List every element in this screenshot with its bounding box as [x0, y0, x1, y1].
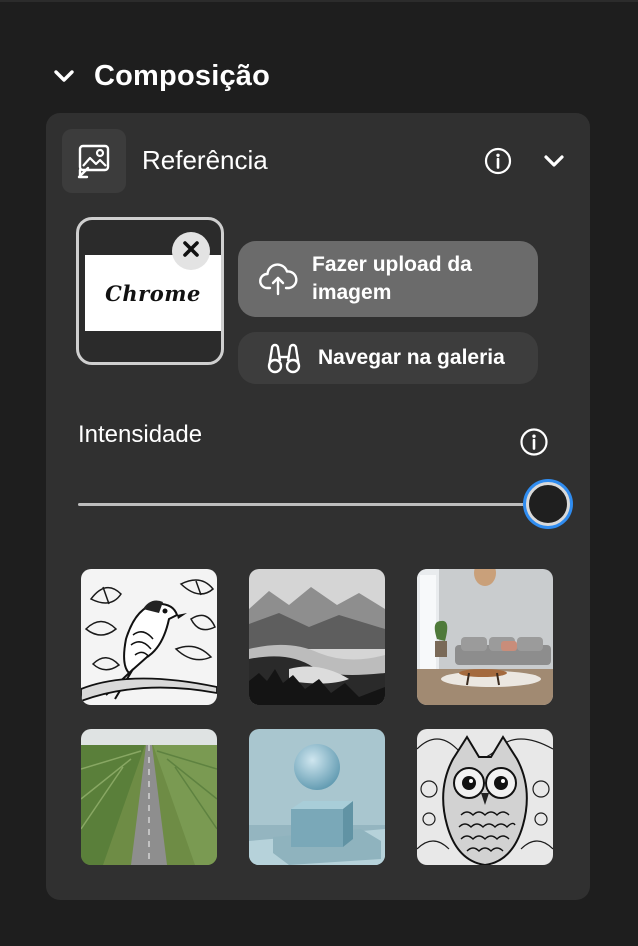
upload-image-button[interactable]: Fazer upload da imagem: [238, 241, 538, 317]
info-icon[interactable]: [519, 427, 549, 457]
section-title: Composição: [94, 59, 271, 92]
preset-sphere-cube[interactable]: [249, 729, 385, 865]
preset-owl-line-art[interactable]: [417, 729, 553, 865]
remove-reference-button[interactable]: [172, 232, 210, 270]
composition-section-header[interactable]: Composição: [52, 56, 270, 96]
chevron-down-icon[interactable]: [542, 149, 566, 173]
reference-header: Referência: [62, 129, 574, 193]
preset-bird-line-art[interactable]: [81, 569, 217, 705]
image-reference-icon: [62, 129, 126, 193]
intensity-label: Intensidade: [78, 421, 203, 448]
intensity-slider-handle[interactable]: [526, 482, 570, 526]
reference-title: Referência: [142, 145, 268, 175]
browse-gallery-button[interactable]: Navegar na galeria: [238, 332, 538, 384]
upload-button-label: Fazer upload da imagem: [312, 253, 472, 304]
top-divider: [0, 0, 638, 2]
reference-panel: Referência Chrome Fazer upload da imagem…: [46, 113, 590, 900]
intensity-slider-track[interactable]: [78, 503, 548, 506]
preset-living-room[interactable]: [417, 569, 553, 705]
cloud-upload-icon: [258, 259, 298, 299]
chevron-down-icon[interactable]: [52, 64, 76, 88]
preset-misty-lake[interactable]: [249, 569, 385, 705]
info-icon[interactable]: [484, 147, 512, 175]
gallery-button-label: Navegar na galeria: [318, 346, 505, 369]
binoculars-icon: [266, 340, 302, 376]
close-icon: [181, 239, 201, 264]
preset-road-fields[interactable]: [81, 729, 217, 865]
reference-image-text: Chrome: [105, 280, 201, 306]
